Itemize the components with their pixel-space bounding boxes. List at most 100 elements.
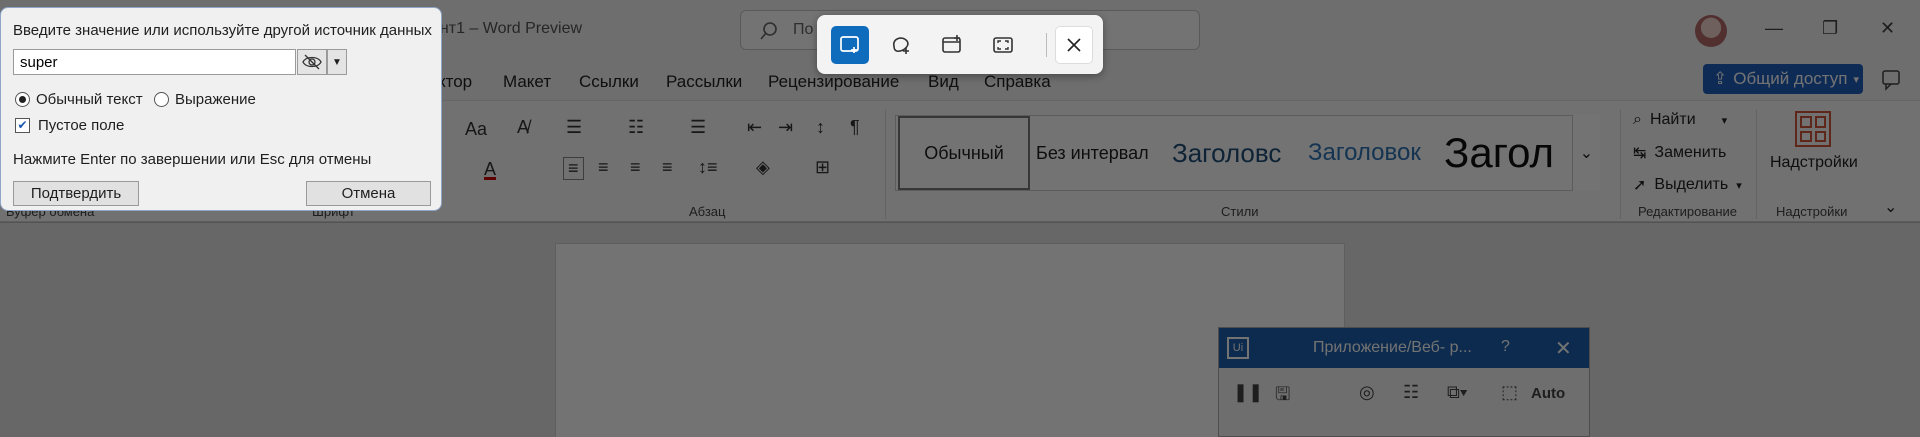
addins-button-label[interactable]: Надстройки [1770, 154, 1858, 172]
select-label: Выделить [1654, 176, 1729, 193]
group-label-paragraph: Абзац [689, 204, 726, 219]
ui-panel-title: Приложение/Веб- р... [1313, 339, 1472, 356]
window-close-icon[interactable]: ✕ [1880, 18, 1895, 39]
addins-icon[interactable] [1795, 111, 1831, 147]
empty-field-checkbox[interactable]: ✔ Пустое поле [15, 117, 124, 134]
chevron-down-icon: ▾ [1853, 73, 1859, 86]
window-title: ент1 – Word Preview [431, 20, 583, 37]
align-left-icon[interactable]: ≡ [563, 157, 584, 180]
justify-icon[interactable]: ≡ [662, 157, 673, 178]
collapse-ribbon-icon[interactable]: ⌄ [1884, 197, 1897, 217]
chevron-down-icon: ▼ [332, 56, 342, 68]
tab-mailings[interactable]: Рассылки [666, 72, 742, 92]
scope-icon[interactable]: ⧉▾ [1447, 382, 1467, 403]
decrease-indent-icon[interactable]: ⇤ [747, 117, 762, 138]
freeform-snip-button[interactable] [882, 26, 920, 64]
source-dropdown-button[interactable]: ▼ [327, 49, 347, 75]
checklist-icon[interactable]: ☷ [1403, 382, 1419, 403]
restore-icon[interactable]: ❐ [1822, 18, 1838, 39]
share-button[interactable]: ⇪ Общий доступ ▾ [1703, 64, 1863, 94]
find-button[interactable]: ⌕ Найти ▾ [1633, 111, 1727, 129]
radio-plain-indicator [15, 92, 30, 107]
ui-helper-panel: Ui Приложение/Веб- р... ? ✕ ❚❚ 🖫 ◎ ☷ ⧉▾ … [1218, 327, 1590, 437]
align-right-icon[interactable]: ≡ [630, 157, 641, 178]
rectangle-snip-icon [840, 36, 859, 53]
chevron-down-icon: ⌄ [1579, 145, 1594, 162]
auto-mode-label[interactable]: Auto [1531, 385, 1565, 402]
pilcrow-icon[interactable]: ¶ [850, 117, 860, 138]
search-icon [760, 22, 777, 40]
auto-mode-icon[interactable]: ⬚ [1501, 382, 1518, 403]
replace-icon: ↹ [1633, 145, 1647, 162]
feedback-icon[interactable] [1880, 68, 1904, 92]
input-dialog: Введите значение или используйте другой … [0, 7, 442, 211]
radio-expression-indicator [154, 92, 169, 107]
uipath-logo-icon: Ui [1227, 337, 1249, 359]
search-icon: ⌕ [1633, 111, 1642, 128]
snip-close-button[interactable] [1055, 26, 1093, 64]
style-title[interactable]: Загол [1444, 116, 1568, 190]
search-placeholder: По [793, 21, 814, 38]
chevron-down-icon: ▾ [1736, 179, 1742, 192]
freeform-snip-icon [892, 37, 909, 54]
share-icon: ⇪ [1713, 69, 1728, 88]
style-normal[interactable]: Обычный [898, 116, 1030, 190]
numbering-icon[interactable]: ☷ [628, 117, 644, 138]
save-icon[interactable]: 🖫 [1275, 382, 1290, 412]
pause-icon[interactable]: ❚❚ [1233, 382, 1263, 403]
bullets-icon[interactable]: ☰ [566, 117, 582, 138]
style-no-spacing[interactable]: Без интервал [1036, 116, 1160, 190]
window-snip-icon [942, 35, 961, 53]
value-input[interactable] [13, 49, 296, 75]
radio-expression[interactable]: Выражение [154, 91, 256, 108]
styles-gallery: Обычный Без интервал Заголовс Заголовок … [895, 115, 1600, 191]
checkbox-label: Пустое поле [38, 117, 125, 134]
borders-icon[interactable]: ⊞ [815, 157, 830, 178]
rectangle-snip-button[interactable] [831, 26, 869, 64]
tab-help[interactable]: Справка [984, 72, 1051, 92]
help-icon[interactable]: ? [1501, 338, 1510, 356]
replace-label: Заменить [1654, 144, 1727, 161]
font-color-icon[interactable]: A [484, 159, 496, 180]
radio-expression-label: Выражение [175, 91, 256, 108]
fullscreen-snip-icon [993, 37, 1013, 53]
user-avatar[interactable] [1695, 15, 1727, 47]
document-area [0, 222, 1920, 437]
ui-panel-header: Ui Приложение/Веб- р... ? ✕ [1219, 328, 1589, 368]
radio-plain-text[interactable]: Обычный текст [15, 91, 143, 108]
tab-view[interactable]: Вид [928, 72, 959, 92]
select-button[interactable]: ➚ Выделить ▾ [1633, 175, 1742, 195]
checkbox-checked-icon: ✔ [15, 118, 30, 133]
cursor-icon: ➚ [1633, 177, 1647, 194]
toggle-visibility-button[interactable] [297, 49, 327, 75]
target-icon[interactable]: ◎ [1359, 382, 1375, 403]
find-label: Найти [1649, 111, 1696, 128]
styles-more-button[interactable]: ⌄ [1572, 115, 1600, 191]
style-heading-1[interactable]: Заголовс [1172, 116, 1296, 190]
close-icon[interactable]: ✕ [1555, 336, 1572, 361]
tab-designer[interactable]: ктор [438, 72, 472, 92]
minimize-icon[interactable]: — [1765, 18, 1783, 39]
dialog-prompt: Введите значение или используйте другой … [13, 22, 432, 39]
fullscreen-snip-button[interactable] [984, 26, 1022, 64]
increase-indent-icon[interactable]: ⇥ [778, 117, 793, 138]
tab-review[interactable]: Рецензирование [768, 72, 899, 92]
confirm-button[interactable]: Подтвердить [13, 181, 139, 206]
window-snip-button[interactable] [933, 26, 971, 64]
group-label-editing: Редактирование [1638, 204, 1738, 219]
ui-panel-toolbar: ❚❚ 🖫 ◎ ☷ ⧉▾ ⬚ Auto [1219, 368, 1589, 418]
sort-icon[interactable]: ↕ [816, 117, 825, 138]
font-case-button[interactable]: Aa [465, 119, 487, 140]
shading-icon[interactable]: ◈ [756, 157, 770, 178]
dialog-hint: Нажмите Enter по завершении или Esc для … [13, 151, 372, 168]
chevron-down-icon: ▾ [1721, 114, 1728, 127]
tab-layout[interactable]: Макет [503, 72, 551, 92]
style-heading-2[interactable]: Заголовок [1308, 116, 1438, 190]
multilevel-list-icon[interactable]: ☰ [690, 117, 706, 138]
clear-format-icon[interactable]: A̸ [517, 117, 529, 138]
line-spacing-icon[interactable]: ↕≡ [698, 157, 718, 178]
cancel-button[interactable]: Отмена [306, 181, 431, 206]
align-center-icon[interactable]: ≡ [598, 157, 609, 178]
replace-button[interactable]: ↹ Заменить [1633, 143, 1726, 163]
tab-references[interactable]: Ссылки [579, 72, 639, 92]
